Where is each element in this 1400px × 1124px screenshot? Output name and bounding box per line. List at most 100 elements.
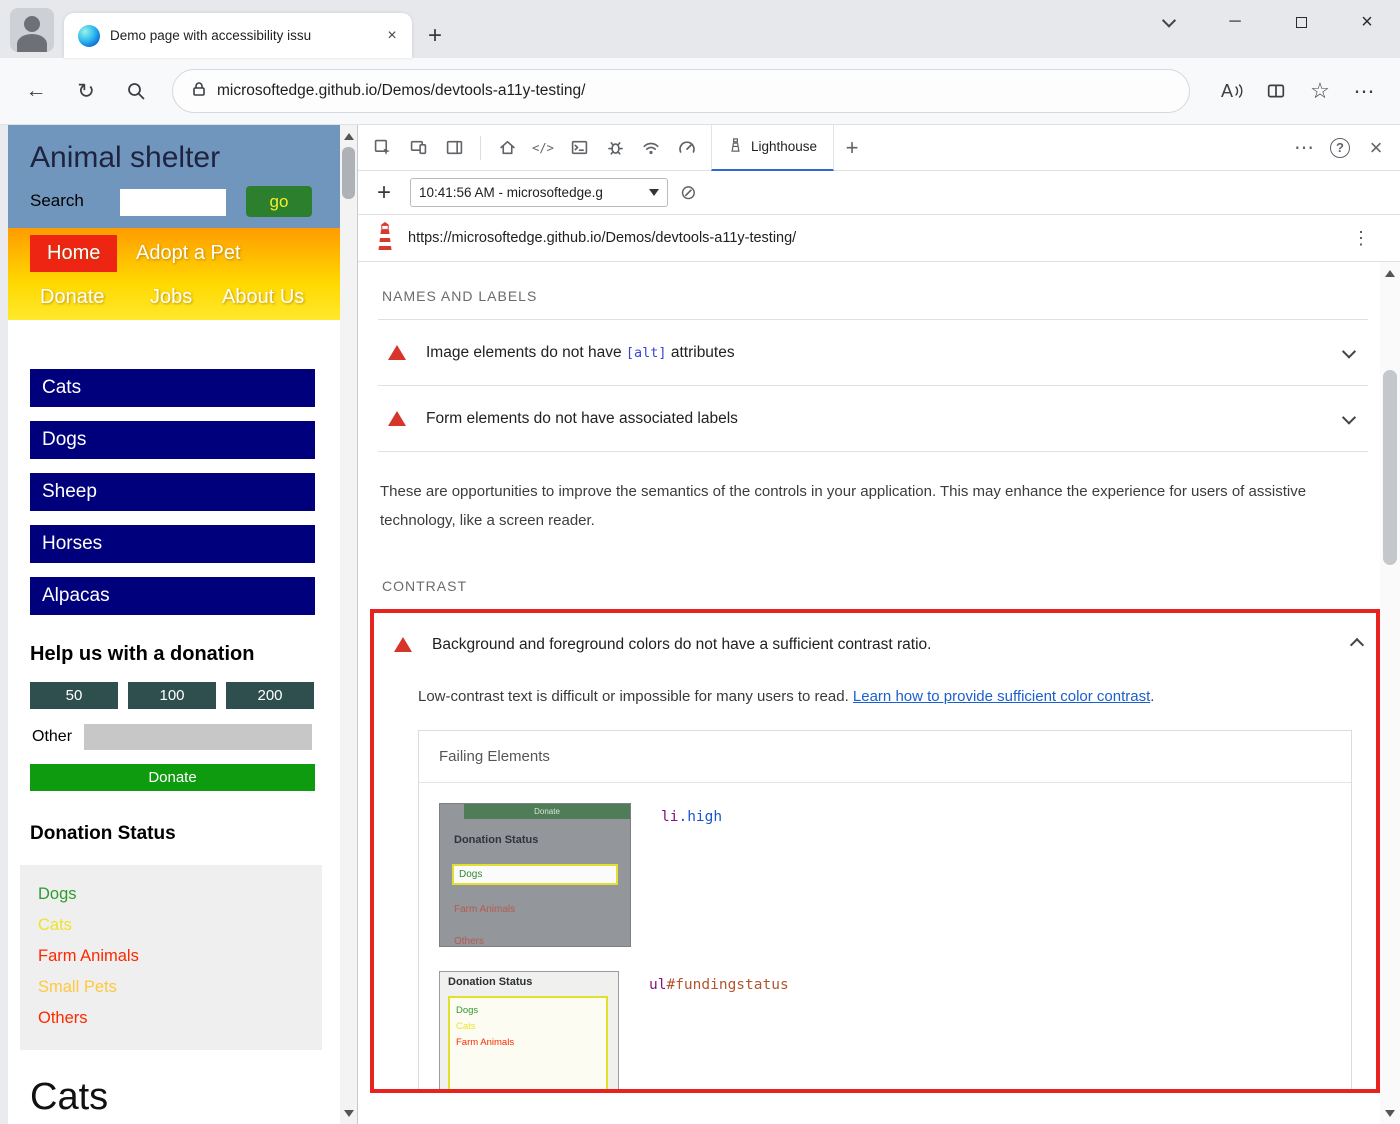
scroll-up-icon[interactable]: [1380, 264, 1400, 282]
category-alpacas[interactable]: Alpacas: [30, 577, 315, 615]
window-menu-chevron-icon[interactable]: [1136, 0, 1202, 44]
performance-gauge-icon[interactable]: [669, 130, 705, 166]
search-icon[interactable]: [114, 71, 158, 111]
devtools-right-controls: ⋯ ? ×: [1286, 130, 1394, 166]
read-aloud-icon[interactable]: A: [1210, 71, 1254, 111]
elements-icon[interactable]: </>: [525, 130, 561, 166]
report-options-icon[interactable]: ⋮: [1352, 228, 1370, 249]
search-label: Search: [30, 191, 84, 210]
nav-item-home[interactable]: Home: [30, 235, 118, 272]
split-screen-icon[interactable]: [1254, 71, 1298, 111]
audit-image-alt[interactable]: Image elements do not have [alt] attribu…: [378, 319, 1368, 385]
nav-item-about[interactable]: About Us: [222, 286, 304, 309]
lock-icon: [191, 81, 207, 102]
status-item-cats: Cats: [38, 916, 72, 934]
devtools-scrollbar[interactable]: [1380, 262, 1400, 1124]
device-emulation-icon[interactable]: [400, 130, 436, 166]
element-screenshot-thumbnail: Donate Donation Status Dogs Farm Animals…: [439, 802, 631, 947]
maximize-icon[interactable]: [1268, 0, 1334, 44]
warning-triangle-icon: [388, 411, 406, 426]
profile-avatar[interactable]: [10, 8, 54, 52]
chevron-down-icon[interactable]: [1341, 344, 1357, 359]
other-amount-input[interactable]: [84, 724, 313, 750]
console-icon[interactable]: [561, 130, 597, 166]
scroll-up-icon[interactable]: [340, 127, 357, 145]
window-close-icon[interactable]: ×: [1334, 0, 1400, 44]
avatar-person-icon: [24, 16, 40, 32]
search-input[interactable]: [120, 189, 226, 216]
audit-contrast[interactable]: Background and foreground colors do not …: [374, 613, 1376, 677]
page-scrollbar-thumb[interactable]: [342, 147, 355, 199]
status-item-farm-animals: Farm Animals: [38, 947, 139, 965]
category-dogs[interactable]: Dogs: [30, 421, 315, 459]
new-report-icon[interactable]: +: [370, 179, 398, 207]
back-icon[interactable]: ←: [14, 71, 58, 111]
new-tab-button[interactable]: +: [428, 24, 442, 48]
report-url-row: https://microsoftedge.github.io/Demos/de…: [358, 215, 1400, 262]
thumb-list-item: Dogs: [456, 1004, 479, 1016]
audit-title: Background and foreground colors do not …: [432, 635, 932, 653]
settings-more-icon[interactable]: ⋯: [1342, 71, 1386, 111]
nav-item-donate[interactable]: Donate: [40, 286, 105, 309]
category-sheep[interactable]: Sheep: [30, 473, 315, 511]
lighthouse-report: NAMES AND LABELS Image elements do not h…: [358, 262, 1400, 1124]
chevron-up-icon[interactable]: [1349, 637, 1365, 652]
nav-item-adopt[interactable]: Adopt a Pet: [136, 242, 241, 265]
donation-amounts: 50 100 200: [30, 682, 340, 709]
category-horses[interactable]: Horses: [30, 525, 315, 563]
warning-triangle-icon: [388, 345, 406, 360]
devtools-more-icon[interactable]: ⋯: [1286, 130, 1322, 166]
failing-element-selector: ul#fundingstatus: [649, 976, 789, 993]
site-title: Animal shelter: [30, 141, 221, 174]
nav-item-jobs[interactable]: Jobs: [150, 286, 192, 309]
refresh-icon[interactable]: ↻: [64, 71, 108, 111]
welcome-home-icon[interactable]: [489, 130, 525, 166]
window-controls: ─ ×: [1136, 0, 1400, 44]
tab-close-icon[interactable]: ×: [380, 24, 404, 48]
minimize-icon[interactable]: ─: [1202, 0, 1268, 44]
devtools-help-icon[interactable]: ?: [1322, 130, 1358, 166]
warning-triangle-icon: [394, 637, 412, 653]
clear-reports-icon[interactable]: ⊘: [680, 180, 697, 205]
dock-panel-icon[interactable]: [436, 130, 472, 166]
address-bar[interactable]: microsoftedge.github.io/Demos/devtools-a…: [172, 69, 1190, 113]
report-run-dropdown[interactable]: 10:41:56 AM - microsoftedge.g: [410, 178, 668, 207]
more-tabs-icon[interactable]: +: [834, 130, 870, 166]
amount-200-button[interactable]: 200: [226, 682, 314, 709]
thumb-highlighted-element: Dogs Cats Farm Animals: [448, 995, 608, 1089]
other-amount-row: Other: [32, 724, 340, 750]
page-scrollbar[interactable]: [340, 125, 357, 1124]
donation-heading: Help us with a donation: [30, 643, 255, 665]
report-run-label: 10:41:56 AM - microsoftedge.g: [419, 185, 603, 200]
devtools-scrollbar-thumb[interactable]: [1383, 370, 1397, 565]
tab-strip: Demo page with accessibility issu × + ─ …: [0, 0, 1400, 58]
category-buttons: Cats Dogs Sheep Horses Alpacas: [30, 369, 340, 615]
chevron-down-icon[interactable]: [1341, 410, 1357, 425]
donate-button[interactable]: Donate: [30, 764, 315, 791]
network-wifi-icon[interactable]: [633, 130, 669, 166]
audit-form-labels[interactable]: Form elements do not have associated lab…: [378, 385, 1368, 451]
scroll-down-icon[interactable]: [1380, 1104, 1400, 1122]
browser-tab[interactable]: Demo page with accessibility issu ×: [64, 13, 412, 58]
annotation-highlight: Background and foreground colors do not …: [370, 608, 1380, 1093]
amount-50-button[interactable]: 50: [30, 682, 118, 709]
amount-100-button[interactable]: 100: [128, 682, 216, 709]
tab-lighthouse[interactable]: Lighthouse: [711, 124, 835, 171]
debugger-bug-icon[interactable]: [597, 130, 633, 166]
lighthouse-run-bar: + 10:41:56 AM - microsoftedge.g ⊘: [358, 171, 1400, 215]
browser-window: Demo page with accessibility issu × + ─ …: [0, 0, 1400, 1124]
shelter-nav: Home Adopt a Pet Donate Jobs About Us: [8, 228, 340, 320]
scroll-down-icon[interactable]: [340, 1104, 357, 1122]
go-button[interactable]: go: [246, 186, 312, 217]
favorites-star-icon[interactable]: ☆: [1298, 71, 1342, 111]
category-cats[interactable]: Cats: [30, 369, 315, 407]
devtools-close-icon[interactable]: ×: [1358, 130, 1394, 166]
status-item-others: Others: [38, 1009, 88, 1027]
inspect-icon[interactable]: [364, 130, 400, 166]
names-labels-audits: Image elements do not have [alt] attribu…: [378, 319, 1368, 452]
thumb-heading: Donation Status: [454, 833, 539, 846]
audit-title: Image elements do not have [alt] attribu…: [426, 343, 735, 361]
navbar-right-icons: A ☆ ⋯: [1210, 71, 1386, 111]
thumb-list-item: Farm Animals: [454, 903, 516, 915]
contrast-help-link[interactable]: Learn how to provide sufficient color co…: [853, 688, 1150, 705]
